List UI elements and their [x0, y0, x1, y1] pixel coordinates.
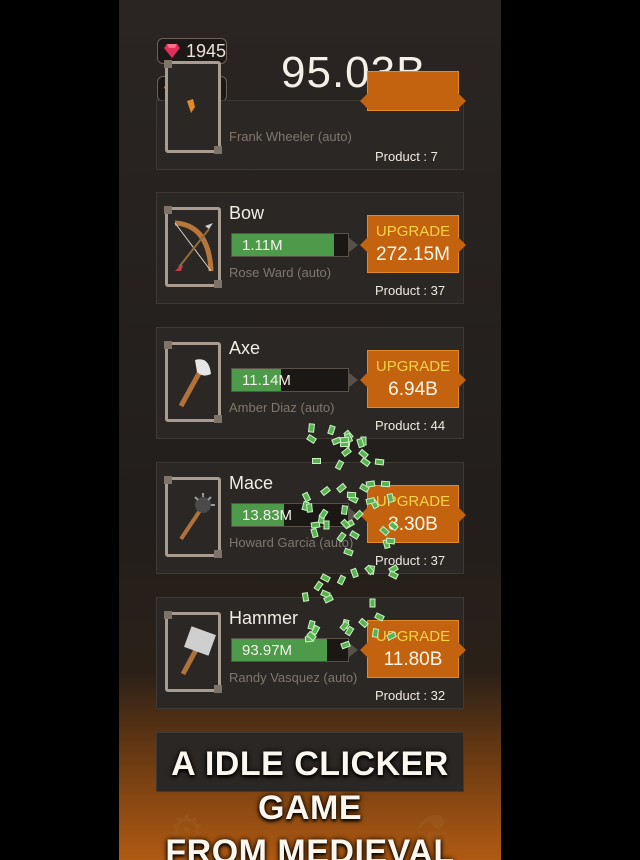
weapon-card-bow: Bow 1.11M Rose Ward (auto) UPGRADE 272.1… — [156, 192, 466, 304]
money-bill — [341, 446, 353, 457]
hammer-icon — [180, 626, 216, 676]
weapon-card-mace: Mace 13.83M Howard Garcia (auto) UPGRADE… — [156, 462, 466, 574]
production-value: 13.83M — [242, 507, 293, 524]
money-bill — [374, 458, 385, 466]
weapon-icon — [187, 99, 195, 113]
money-bill — [336, 574, 347, 585]
money-bill — [301, 592, 309, 602]
upgrade-button[interactable]: UPGRADE 3.30B — [360, 485, 466, 543]
production-progress-bar: 13.83M — [231, 503, 358, 527]
product-count: Product : 32 — [375, 688, 446, 703]
promo-banner: A IDLE CLICKER GAME FROM MEDIEVAL — [119, 742, 501, 860]
weapon-name: Mace — [229, 473, 274, 493]
partial-upgrade-button[interactable] — [360, 71, 466, 111]
worker-name: Rose Ward (auto) — [229, 265, 332, 280]
weapon-frame[interactable] — [164, 611, 222, 693]
upgrade-button[interactable]: UPGRADE 11.80B — [360, 620, 466, 678]
product-count: Product : 44 — [375, 418, 446, 433]
production-value: 11.14M — [242, 372, 291, 389]
production-progress-bar: 1.11M — [231, 233, 358, 257]
upgrade-price: 6.94B — [388, 378, 438, 400]
weapon-card-hammer: Hammer 93.97M Randy Vasquez (auto) UPGRA… — [156, 597, 466, 709]
weapon-frame[interactable] — [164, 341, 222, 423]
partial-weapon-frame — [164, 60, 222, 154]
money-bill — [371, 628, 379, 639]
weapon-name: Hammer — [229, 608, 299, 628]
worker-name: Amber Diaz (auto) — [229, 400, 335, 415]
money-bill — [323, 520, 330, 530]
worker-name: Howard Garcia (auto) — [229, 535, 354, 550]
money-bill — [369, 598, 376, 608]
weapon-name: Bow — [229, 203, 265, 223]
worker-name: Randy Vasquez (auto) — [229, 670, 358, 685]
weapon-frame[interactable] — [164, 476, 222, 558]
upgrade-label: UPGRADE — [375, 357, 451, 375]
weapon-name: Axe — [229, 338, 261, 358]
banner-line-2: FROM MEDIEVAL — [165, 833, 455, 860]
upgrade-price: 272.15M — [376, 243, 450, 265]
gems-value: 1945 — [185, 40, 226, 61]
mace-icon — [179, 493, 215, 541]
gem-icon — [164, 44, 180, 58]
weapon-card-axe: Axe 11.14M Amber Diaz (auto) UPGRADE 6.9… — [156, 327, 466, 439]
money-bill — [380, 480, 390, 488]
banner-line-1: A IDLE CLICKER GAME — [171, 745, 449, 827]
worker-name: Frank Wheeler (auto) — [229, 129, 352, 144]
production-progress-bar: 11.14M — [231, 368, 358, 392]
money-bill — [339, 436, 349, 444]
money-bill — [347, 492, 357, 499]
axe-icon — [178, 359, 211, 408]
money-bill — [386, 537, 396, 545]
money-bill — [312, 457, 322, 464]
product-count: Product : 37 — [375, 283, 446, 298]
upgrade-button[interactable]: UPGRADE 272.15M — [360, 215, 466, 273]
weapon-frame[interactable] — [164, 206, 222, 288]
bow-icon — [174, 220, 214, 272]
upgrade-price: 11.80B — [383, 648, 443, 670]
production-value: 1.11M — [242, 237, 283, 254]
game-screen: 1945 ϟ 3x 95.03B Frank Wheeler (auto) Pr… — [119, 0, 501, 860]
production-progress-bar: 93.97M — [231, 638, 358, 662]
money-bill — [320, 572, 332, 583]
money-bill — [340, 504, 348, 515]
upgrade-button[interactable]: UPGRADE 6.94B — [360, 350, 466, 408]
money-bill — [305, 503, 313, 513]
product-count: Product : 37 — [375, 553, 446, 568]
upgrade-label: UPGRADE — [375, 222, 451, 240]
partial-weapon-card: Frank Wheeler (auto) Product : 7 — [156, 60, 466, 170]
production-value: 93.97M — [242, 642, 293, 659]
product-count: Product : 7 — [375, 149, 438, 164]
